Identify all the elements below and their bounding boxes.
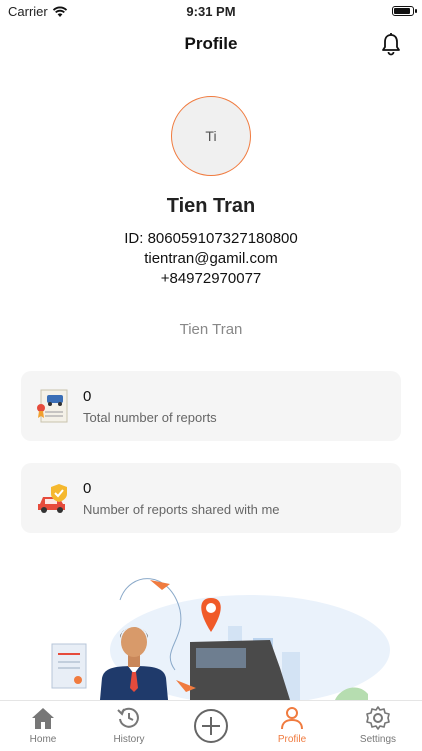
add-circle-icon bbox=[194, 709, 228, 743]
shared-reports-count: 0 bbox=[83, 480, 92, 497]
avatar[interactable]: Ti bbox=[171, 96, 251, 176]
settings-icon bbox=[366, 706, 390, 730]
tab-history[interactable]: History bbox=[87, 701, 171, 751]
shared-reports-label: Number of reports shared with me bbox=[83, 502, 280, 517]
avatar-initials: Ti bbox=[205, 128, 217, 144]
profile-display-name: Tien Tran bbox=[179, 321, 243, 338]
tab-settings[interactable]: Settings bbox=[336, 701, 420, 751]
page-title: Profile bbox=[184, 34, 238, 53]
total-reports-count: 0 bbox=[83, 388, 92, 405]
insured-car-icon bbox=[38, 484, 67, 513]
tab-add[interactable] bbox=[169, 701, 253, 751]
profile-id: ID: 806059107327180800 bbox=[124, 230, 298, 247]
tab-home[interactable]: Home bbox=[1, 701, 85, 751]
shared-reports-card[interactable]: 0 Number of reports shared with me bbox=[21, 463, 401, 533]
home-icon bbox=[32, 708, 54, 729]
delivery-illustration bbox=[51, 578, 390, 700]
profile-phone: +84972970077 bbox=[160, 270, 262, 287]
tab-history-label: History bbox=[113, 734, 145, 745]
history-icon bbox=[117, 707, 139, 728]
tab-profile-label: Profile bbox=[277, 734, 307, 745]
total-reports-label: Total number of reports bbox=[83, 410, 217, 425]
profile-icon bbox=[281, 707, 303, 730]
status-bar: Carrier 9:31 PM bbox=[0, 0, 422, 24]
tab-profile[interactable]: Profile bbox=[250, 701, 334, 751]
status-time: 9:31 PM bbox=[186, 4, 236, 19]
tab-settings-label: Settings bbox=[359, 734, 397, 745]
certificate-car-icon bbox=[37, 389, 68, 423]
bell-icon[interactable] bbox=[380, 32, 402, 56]
nav-bar: Profile bbox=[0, 24, 422, 64]
profile-email: tientran@gamil.com bbox=[144, 250, 278, 267]
tab-bar: Home History Profile Settings bbox=[0, 700, 422, 751]
profile-name: Tien Tran bbox=[166, 195, 256, 217]
tab-home-label: Home bbox=[29, 734, 57, 745]
battery-icon bbox=[392, 6, 417, 16]
total-reports-card[interactable]: 0 Total number of reports bbox=[21, 371, 401, 441]
